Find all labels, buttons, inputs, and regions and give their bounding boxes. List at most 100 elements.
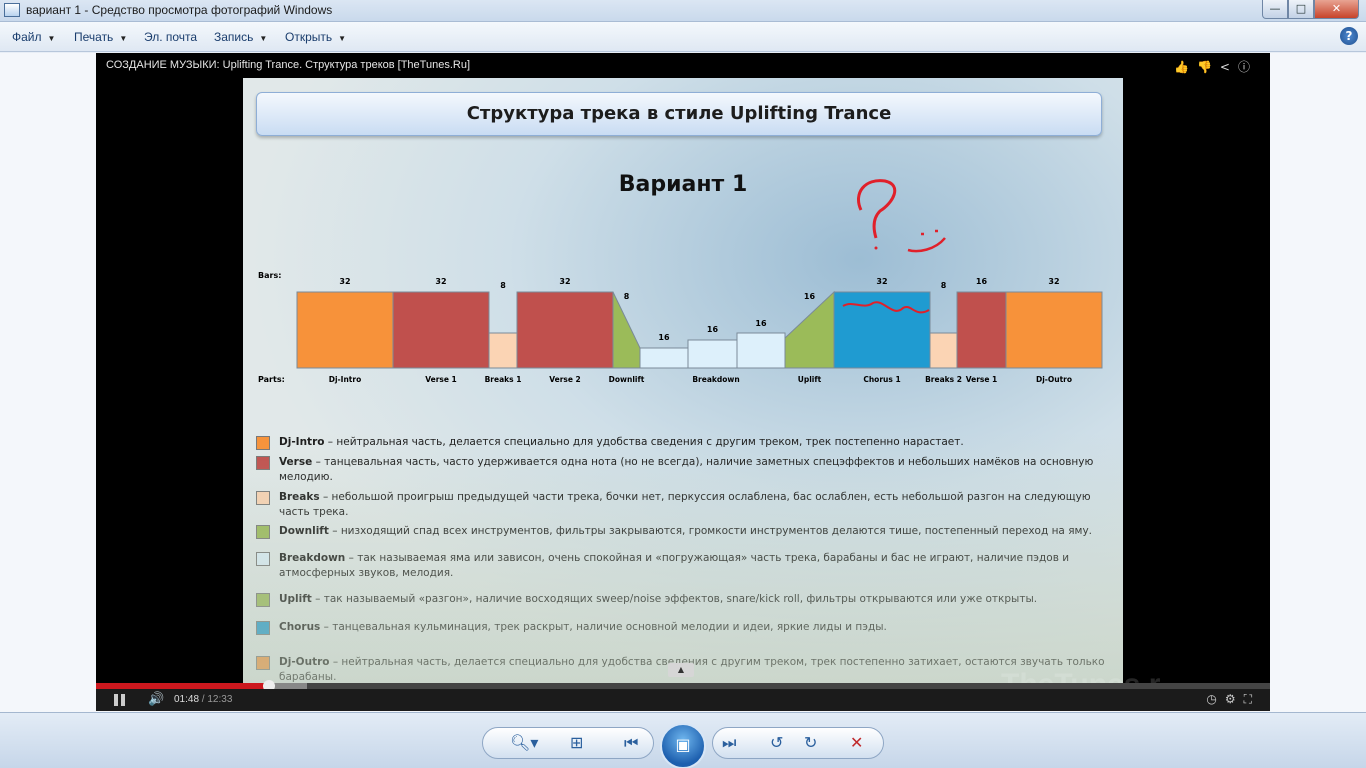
- section-part-label: Verse 1: [966, 375, 998, 384]
- legend-term: Chorus: [279, 621, 321, 633]
- next-icon[interactable]: ⏭: [722, 733, 736, 753]
- legend-color-swatch: [256, 593, 270, 607]
- legend-text: Dj-Intro – нейтральная часть, делается с…: [279, 435, 1106, 450]
- section-block: [488, 332, 518, 369]
- section-block: [1005, 291, 1103, 369]
- section-part-label: Verse 1: [425, 375, 457, 384]
- video-right-controls: ◷⚙⛶: [1206, 692, 1260, 707]
- expand-tab-button[interactable]: ▲: [668, 663, 694, 677]
- legend-text: Breaks – небольшой проигрыш предыдущей ч…: [279, 490, 1106, 520]
- autoplay-icon[interactable]: ◷: [1206, 692, 1224, 706]
- section-block: [639, 347, 689, 369]
- menu-burn-label: Запись: [214, 30, 254, 44]
- menu-open[interactable]: Открыть ▼: [285, 30, 346, 44]
- maximize-button[interactable]: □: [1288, 0, 1314, 19]
- section-part-label: Dj-Outro: [1036, 375, 1072, 384]
- red-question-mark-dot: [874, 246, 878, 250]
- displayed-photo: СОЗДАНИЕ МУЗЫКИ: Uplifting Trance. Струк…: [96, 53, 1270, 711]
- section-bars-label: 8: [624, 292, 630, 301]
- rotate-left-icon[interactable]: ↺: [770, 733, 783, 752]
- legend-color-swatch: [256, 491, 270, 505]
- zoom-icon[interactable]: 🔍︎▾: [510, 733, 538, 752]
- actual-size-icon[interactable]: ⊞: [570, 733, 583, 752]
- delete-icon[interactable]: ✕: [850, 733, 863, 752]
- legend-text: Breakdown – так называемая яма или завис…: [279, 551, 1106, 581]
- legend-term: Downlift: [279, 525, 329, 537]
- section-bars-label: 32: [559, 277, 570, 286]
- legend-description: – нейтральная часть, делается специально…: [324, 436, 964, 448]
- chevron-down-icon: ▼: [47, 34, 56, 43]
- legend-description: – низходящий спад всех инструментов, фил…: [328, 525, 1092, 537]
- legend-term: Verse: [279, 456, 313, 468]
- duration: / 12:33: [199, 694, 233, 705]
- legend-term: Breaks: [279, 491, 320, 503]
- legend-color-swatch: [256, 436, 270, 450]
- legend-description: – так называемый «разгон», наличие восхо…: [311, 593, 1038, 605]
- section-part-label: Dj-Intro: [329, 375, 361, 384]
- section-bars-label: 16: [976, 277, 988, 286]
- chevron-down-icon: ▼: [259, 34, 268, 43]
- section-block: [929, 332, 958, 369]
- menu-file-label: Файл: [12, 30, 42, 44]
- video-title: СОЗДАНИЕ МУЗЫКИ: Uplifting Trance. Струк…: [106, 59, 471, 71]
- legend-term: Uplift: [279, 593, 312, 605]
- video-controls: 🔊 01:48 / 12:33 ◷⚙⛶: [96, 689, 1270, 711]
- legend-color-swatch: [256, 656, 270, 670]
- share-icon: <: [1219, 60, 1238, 74]
- section-block: [784, 290, 835, 369]
- help-button[interactable]: ?: [1340, 27, 1358, 45]
- section-bars-label: 32: [435, 277, 446, 286]
- section-part-label: Breaks 1: [485, 375, 522, 384]
- section-bars-label: 8: [500, 281, 506, 290]
- pause-icon[interactable]: [114, 694, 125, 706]
- slideshow-icon[interactable]: ▣: [660, 723, 706, 768]
- legend-color-swatch: [256, 456, 270, 470]
- menu-email[interactable]: Эл. почта: [144, 30, 197, 44]
- section-bars-label: 32: [1048, 277, 1059, 286]
- settings-icon[interactable]: ⚙: [1225, 692, 1244, 706]
- close-button[interactable]: ✕: [1314, 0, 1359, 19]
- parts-label: Parts:: [258, 375, 285, 384]
- section-block: [612, 291, 641, 369]
- section-block: [516, 291, 614, 369]
- presentation-slide: Структура трека в стиле Uplifting Trance…: [243, 78, 1123, 683]
- volume-icon[interactable]: 🔊: [148, 692, 164, 707]
- video-time: 01:48 / 12:33: [174, 694, 232, 705]
- menu-file[interactable]: Файл ▼: [12, 30, 55, 44]
- section-block: [392, 291, 490, 369]
- legend-color-swatch: [256, 552, 270, 566]
- legend-description: – небольшой проигрыш предыдущей части тр…: [279, 491, 1091, 518]
- menu-print-label: Печать: [74, 30, 114, 44]
- window-titlebar: вариант 1 - Средство просмотра фотографи…: [0, 0, 1366, 22]
- section-bars-label: 8: [941, 281, 947, 290]
- chevron-down-icon: ▼: [338, 34, 347, 43]
- menu-print[interactable]: Печать ▼: [74, 30, 127, 44]
- section-part-label: Chorus 1: [863, 375, 900, 384]
- minimize-button[interactable]: —: [1262, 0, 1288, 19]
- thumbs-down-icon: 👎: [1196, 60, 1220, 74]
- section-block: [687, 339, 738, 369]
- previous-icon[interactable]: ⏮: [624, 733, 638, 753]
- fullscreen-icon[interactable]: ⛶: [1244, 692, 1260, 706]
- red-question-mark-scribble: [857, 179, 897, 239]
- legend-description: – танцевальная кульминация, трек раскрыт…: [320, 621, 887, 633]
- legend-term: Dj-Intro: [279, 436, 325, 448]
- red-smile-eyes: [921, 229, 938, 236]
- section-part-label: Breaks 2: [925, 375, 962, 384]
- legend-text: Chorus – танцевальная кульминация, трек …: [279, 620, 1106, 635]
- rotate-right-icon[interactable]: ↻: [804, 733, 817, 752]
- section-bars-label: 32: [876, 277, 887, 286]
- section-block: [736, 332, 786, 369]
- section-block: [956, 291, 1007, 369]
- legend-text: Verse – танцевальная часть, часто удержи…: [279, 455, 1106, 485]
- legend-description: – так называемая яма или зависон, очень …: [279, 552, 1070, 579]
- photo-viewer-app-icon: [4, 3, 20, 17]
- section-part-label: Verse 2: [549, 375, 581, 384]
- info-icon: ⓘ: [1237, 60, 1258, 74]
- menu-email-label: Эл. почта: [144, 30, 198, 44]
- bars-label: Bars:: [258, 271, 281, 280]
- track-structure-diagram: Bars: Parts: 32 Dj-Intro 32 Verse 1 8 Breaks …: [258, 179, 1103, 384]
- section-bars-label: 16: [755, 319, 767, 328]
- section-part-label: Downlift: [609, 375, 645, 384]
- menu-burn[interactable]: Запись ▼: [214, 30, 267, 44]
